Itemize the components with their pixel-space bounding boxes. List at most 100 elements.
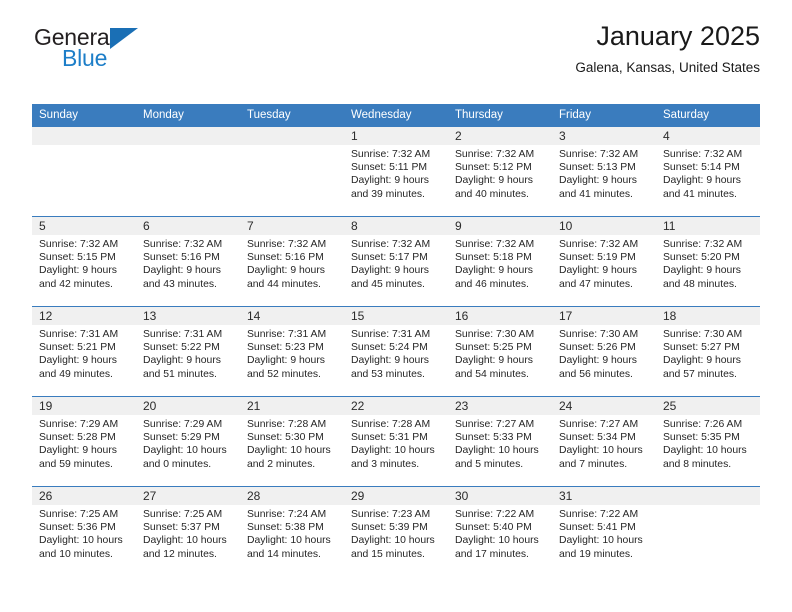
day-cell[interactable]: 9 Sunrise: 7:32 AM Sunset: 5:18 PM Dayli… [448, 216, 552, 307]
day-cell[interactable]: 25 Sunrise: 7:26 AM Sunset: 5:35 PM Dayl… [656, 396, 760, 487]
day-details: Sunrise: 7:24 AM Sunset: 5:38 PM Dayligh… [240, 505, 344, 561]
sunset-text: Sunset: 5:25 PM [455, 342, 532, 354]
day-cell[interactable]: 4 Sunrise: 7:32 AM Sunset: 5:14 PM Dayli… [656, 126, 760, 217]
daylight-text-line2: and 10 minutes. [39, 548, 113, 560]
sunset-text: Sunset: 5:34 PM [559, 432, 636, 444]
sunrise-text: Sunrise: 7:32 AM [39, 239, 119, 250]
day-number: 1 [344, 127, 448, 145]
day-details: Sunrise: 7:32 AM Sunset: 5:17 PM Dayligh… [344, 235, 448, 291]
weekday-header-wednesday: Wednesday [344, 104, 448, 127]
day-cell[interactable]: 7 Sunrise: 7:32 AM Sunset: 5:16 PM Dayli… [240, 216, 344, 307]
day-cell[interactable]: 22 Sunrise: 7:28 AM Sunset: 5:31 PM Dayl… [344, 396, 448, 487]
day-cell[interactable]: 27 Sunrise: 7:25 AM Sunset: 5:37 PM Dayl… [136, 486, 240, 577]
day-cell[interactable]: 8 Sunrise: 7:32 AM Sunset: 5:17 PM Dayli… [344, 216, 448, 307]
day-number [656, 487, 760, 505]
day-cell[interactable]: 24 Sunrise: 7:27 AM Sunset: 5:34 PM Dayl… [552, 396, 656, 487]
day-number: 22 [344, 397, 448, 415]
daylight-text-line1: Daylight: 9 hours [39, 445, 117, 457]
daylight-text-line2: and 7 minutes. [559, 458, 628, 470]
sunset-text: Sunset: 5:13 PM [559, 162, 636, 174]
sunrise-text: Sunrise: 7:32 AM [143, 239, 223, 250]
day-number: 18 [656, 307, 760, 325]
day-cell[interactable]: 21 Sunrise: 7:28 AM Sunset: 5:30 PM Dayl… [240, 396, 344, 487]
day-cell[interactable]: 29 Sunrise: 7:23 AM Sunset: 5:39 PM Dayl… [344, 486, 448, 577]
day-cell[interactable]: 30 Sunrise: 7:22 AM Sunset: 5:40 PM Dayl… [448, 486, 552, 577]
day-number: 17 [552, 307, 656, 325]
title-block: January 2025 Galena, Kansas, United Stat… [575, 20, 760, 78]
day-details: Sunrise: 7:32 AM Sunset: 5:19 PM Dayligh… [552, 235, 656, 291]
day-cell[interactable]: 12 Sunrise: 7:31 AM Sunset: 5:21 PM Dayl… [32, 306, 136, 397]
day-cell[interactable]: 3 Sunrise: 7:32 AM Sunset: 5:13 PM Dayli… [552, 126, 656, 217]
day-cell[interactable]: 23 Sunrise: 7:27 AM Sunset: 5:33 PM Dayl… [448, 396, 552, 487]
daylight-text-line1: Daylight: 10 hours [663, 445, 747, 457]
sunset-text: Sunset: 5:23 PM [247, 342, 324, 354]
day-cell[interactable]: 14 Sunrise: 7:31 AM Sunset: 5:23 PM Dayl… [240, 306, 344, 397]
weekday-header-thursday: Thursday [448, 104, 552, 127]
day-details: Sunrise: 7:27 AM Sunset: 5:34 PM Dayligh… [552, 415, 656, 471]
day-cell[interactable] [136, 126, 240, 217]
day-details: Sunrise: 7:23 AM Sunset: 5:39 PM Dayligh… [344, 505, 448, 561]
daylight-text-line2: and 19 minutes. [559, 548, 633, 560]
sunrise-text: Sunrise: 7:32 AM [351, 149, 431, 160]
sunset-text: Sunset: 5:41 PM [559, 522, 636, 534]
daylight-text-line2: and 15 minutes. [351, 548, 425, 560]
daylight-text-line1: Daylight: 9 hours [559, 355, 637, 367]
general-blue-logo[interactable]: General Blue [34, 26, 154, 78]
day-number: 5 [32, 217, 136, 235]
day-details: Sunrise: 7:30 AM Sunset: 5:25 PM Dayligh… [448, 325, 552, 381]
calendar-week-row: 19 Sunrise: 7:29 AM Sunset: 5:28 PM Dayl… [32, 396, 760, 487]
day-cell[interactable]: 13 Sunrise: 7:31 AM Sunset: 5:22 PM Dayl… [136, 306, 240, 397]
sunset-text: Sunset: 5:16 PM [143, 252, 220, 264]
day-number: 19 [32, 397, 136, 415]
sunrise-text: Sunrise: 7:30 AM [663, 329, 743, 340]
day-cell[interactable]: 5 Sunrise: 7:32 AM Sunset: 5:15 PM Dayli… [32, 216, 136, 307]
daylight-text-line2: and 42 minutes. [39, 278, 113, 290]
day-cell[interactable]: 10 Sunrise: 7:32 AM Sunset: 5:19 PM Dayl… [552, 216, 656, 307]
sunset-text: Sunset: 5:11 PM [351, 162, 428, 174]
day-cell[interactable]: 17 Sunrise: 7:30 AM Sunset: 5:26 PM Dayl… [552, 306, 656, 397]
day-number: 16 [448, 307, 552, 325]
day-details: Sunrise: 7:28 AM Sunset: 5:31 PM Dayligh… [344, 415, 448, 471]
day-cell[interactable]: 1 Sunrise: 7:32 AM Sunset: 5:11 PM Dayli… [344, 126, 448, 217]
calendar-page: General Blue January 2025 Galena, Kansas… [0, 0, 792, 612]
sunset-text: Sunset: 5:12 PM [455, 162, 532, 174]
day-number: 9 [448, 217, 552, 235]
daylight-text-line1: Daylight: 9 hours [455, 175, 533, 187]
day-cell[interactable]: 31 Sunrise: 7:22 AM Sunset: 5:41 PM Dayl… [552, 486, 656, 577]
sunset-text: Sunset: 5:21 PM [39, 342, 116, 354]
day-cell[interactable] [32, 126, 136, 217]
daylight-text-line2: and 40 minutes. [455, 188, 529, 200]
daylight-text-line2: and 51 minutes. [143, 368, 217, 380]
day-cell[interactable]: 19 Sunrise: 7:29 AM Sunset: 5:28 PM Dayl… [32, 396, 136, 487]
daylight-text-line2: and 0 minutes. [143, 458, 212, 470]
sunset-text: Sunset: 5:40 PM [455, 522, 532, 534]
day-cell[interactable]: 20 Sunrise: 7:29 AM Sunset: 5:29 PM Dayl… [136, 396, 240, 487]
sunset-text: Sunset: 5:39 PM [351, 522, 428, 534]
day-cell[interactable]: 6 Sunrise: 7:32 AM Sunset: 5:16 PM Dayli… [136, 216, 240, 307]
day-details: Sunrise: 7:32 AM Sunset: 5:15 PM Dayligh… [32, 235, 136, 291]
sunrise-text: Sunrise: 7:27 AM [559, 419, 639, 430]
weekday-header-monday: Monday [136, 104, 240, 127]
day-details: Sunrise: 7:32 AM Sunset: 5:14 PM Dayligh… [656, 145, 760, 201]
daylight-text-line1: Daylight: 9 hours [351, 175, 429, 187]
sunset-text: Sunset: 5:16 PM [247, 252, 324, 264]
sunset-text: Sunset: 5:14 PM [663, 162, 740, 174]
day-details: Sunrise: 7:28 AM Sunset: 5:30 PM Dayligh… [240, 415, 344, 471]
sunset-text: Sunset: 5:29 PM [143, 432, 220, 444]
day-number: 4 [656, 127, 760, 145]
day-cell[interactable]: 16 Sunrise: 7:30 AM Sunset: 5:25 PM Dayl… [448, 306, 552, 397]
daylight-text-line1: Daylight: 9 hours [455, 355, 533, 367]
day-cell[interactable]: 15 Sunrise: 7:31 AM Sunset: 5:24 PM Dayl… [344, 306, 448, 397]
day-cell[interactable] [240, 126, 344, 217]
sunrise-text: Sunrise: 7:32 AM [663, 149, 743, 160]
day-cell[interactable] [656, 486, 760, 577]
day-cell[interactable]: 18 Sunrise: 7:30 AM Sunset: 5:27 PM Dayl… [656, 306, 760, 397]
day-cell[interactable]: 2 Sunrise: 7:32 AM Sunset: 5:12 PM Dayli… [448, 126, 552, 217]
day-cell[interactable]: 28 Sunrise: 7:24 AM Sunset: 5:38 PM Dayl… [240, 486, 344, 577]
sunset-text: Sunset: 5:38 PM [247, 522, 324, 534]
day-cell[interactable]: 11 Sunrise: 7:32 AM Sunset: 5:20 PM Dayl… [656, 216, 760, 307]
sunrise-text: Sunrise: 7:32 AM [455, 239, 535, 250]
day-cell[interactable]: 26 Sunrise: 7:25 AM Sunset: 5:36 PM Dayl… [32, 486, 136, 577]
triangle-logo-icon [110, 28, 138, 49]
day-number: 10 [552, 217, 656, 235]
